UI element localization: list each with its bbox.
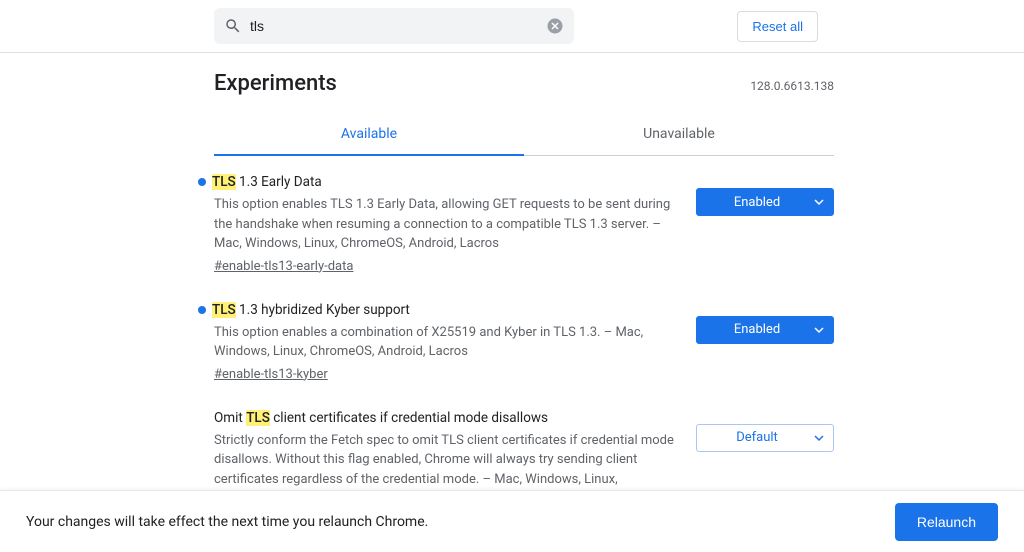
flag-anchor-link[interactable]: #enable-tls13-kyber: [214, 367, 328, 382]
modified-dot-icon: [198, 178, 206, 186]
flag-state-label: Enabled: [734, 322, 780, 337]
title-highlight: TLS: [212, 302, 236, 318]
page-title: Experiments: [214, 71, 337, 96]
title-pre: Omit: [214, 410, 246, 426]
search-container[interactable]: [214, 8, 574, 44]
flag-select-wrap: Enabled: [696, 188, 834, 216]
chevron-down-icon: [814, 325, 824, 335]
experiment-body: TLS 1.3 Early Data This option enables TL…: [214, 174, 678, 274]
chevron-down-icon: [814, 433, 824, 443]
search-icon: [224, 17, 242, 35]
restart-bar: Your changes will take effect the next t…: [0, 490, 1024, 552]
clear-search-icon[interactable]: [546, 17, 564, 35]
title-post: client certificates if credential mode d…: [270, 410, 548, 426]
modified-dot-icon: [198, 306, 206, 314]
flag-title: Omit TLS client certificates if credenti…: [214, 410, 678, 426]
flag-state-label: Default: [736, 430, 778, 445]
content: Experiments 128.0.6613.138 Available Una…: [214, 53, 834, 529]
restart-message: Your changes will take effect the next t…: [26, 514, 428, 530]
flag-anchor-link[interactable]: #enable-tls13-early-data: [214, 259, 353, 274]
flag-state-label: Enabled: [734, 195, 780, 210]
title-post: 1.3 Early Data: [236, 174, 322, 190]
tab-unavailable[interactable]: Unavailable: [524, 114, 834, 155]
title-highlight: TLS: [246, 410, 270, 426]
tabs: Available Unavailable: [214, 114, 834, 156]
title-post: 1.3 hybridized Kyber support: [236, 302, 410, 318]
flag-description: This option enables a combination of X25…: [214, 323, 678, 362]
flag-select-wrap: Enabled: [696, 316, 834, 344]
flag-state-select[interactable]: Enabled: [696, 188, 834, 216]
chevron-down-icon: [814, 197, 824, 207]
flag-state-select[interactable]: Default: [696, 424, 834, 452]
tab-available[interactable]: Available: [214, 114, 524, 156]
relaunch-button[interactable]: Relaunch: [895, 503, 998, 541]
experiment-body: TLS 1.3 hybridized Kyber support This opt…: [214, 302, 678, 382]
top-bar: Reset all: [0, 0, 1024, 53]
flags-list: TLS 1.3 Early Data This option enables TL…: [214, 174, 834, 529]
flag-select-wrap: Default: [696, 424, 834, 452]
flag-title: TLS 1.3 hybridized Kyber support: [214, 302, 678, 318]
version-text: 128.0.6613.138: [750, 79, 834, 93]
experiment-item: TLS 1.3 hybridized Kyber support This opt…: [214, 302, 834, 382]
search-input[interactable]: [250, 18, 546, 34]
title-highlight: TLS: [212, 174, 236, 190]
flag-description: This option enables TLS 1.3 Early Data, …: [214, 195, 678, 254]
header-row: Experiments 128.0.6613.138: [214, 71, 834, 96]
reset-all-button[interactable]: Reset all: [737, 11, 818, 42]
flag-title: TLS 1.3 Early Data: [214, 174, 678, 190]
experiment-item: TLS 1.3 Early Data This option enables TL…: [214, 174, 834, 274]
flag-state-select[interactable]: Enabled: [696, 316, 834, 344]
